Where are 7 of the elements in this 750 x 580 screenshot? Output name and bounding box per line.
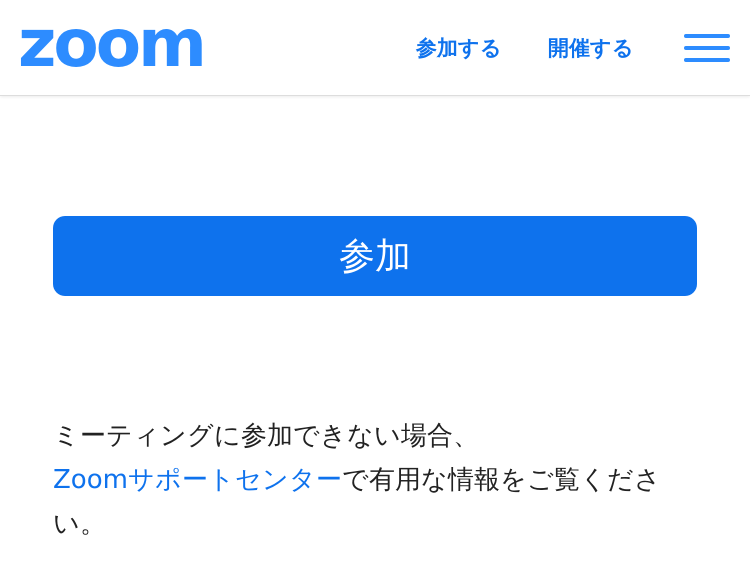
join-button[interactable]: 参加 [53,216,697,296]
menu-icon[interactable] [684,32,730,64]
nav-link[interactable]: 参加する [416,34,502,62]
nav-link[interactable]: 開催する [548,34,634,62]
support-link[interactable]: Zoomサポートセンター [53,465,342,495]
logo[interactable]: zoom [18,10,204,76]
help-text: ミーティングに参加できない場合、 Zoomサポートセンターで有用な情報をご覧ください。 [53,420,662,541]
